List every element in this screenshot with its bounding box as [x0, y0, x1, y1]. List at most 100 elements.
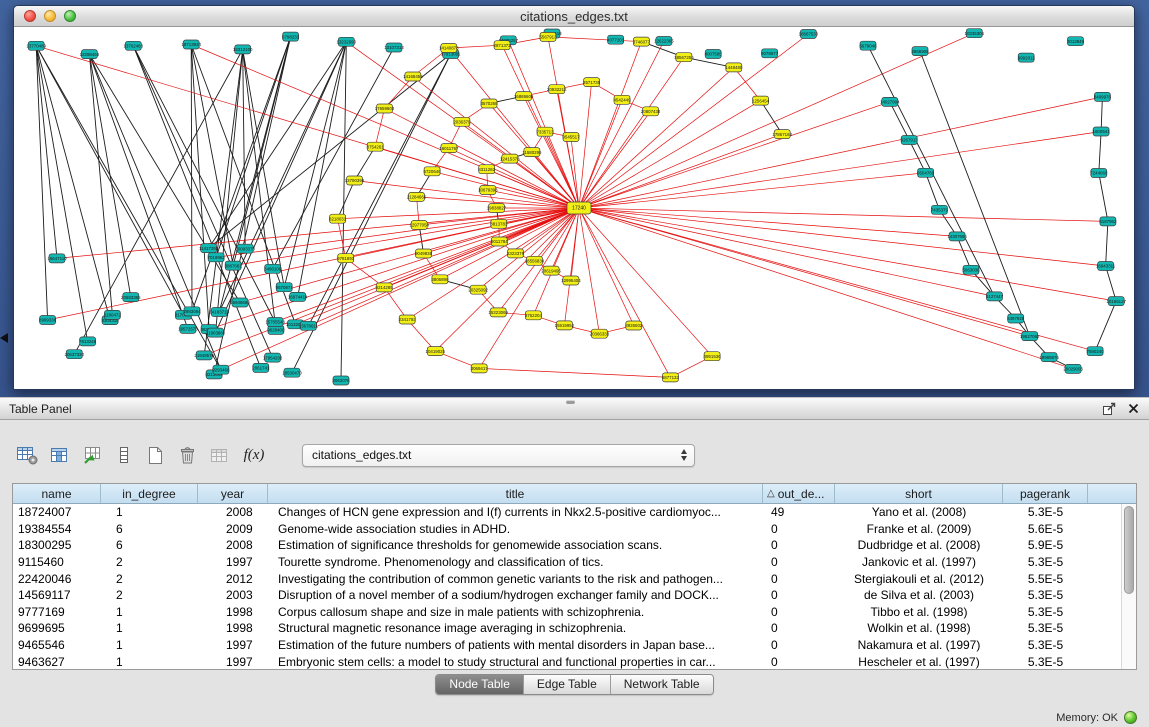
- table-cell: Nakamura et al. (1997): [835, 637, 1003, 654]
- zoom-window-button[interactable]: [64, 10, 76, 22]
- table-select-dropdown[interactable]: citations_edges.txt: [302, 444, 695, 467]
- svg-text:3069417: 3069417: [471, 366, 489, 371]
- column-header-out-degree[interactable]: △out_de...: [763, 484, 835, 503]
- table-row[interactable]: 1830029562008Estimation of significance …: [13, 537, 1121, 554]
- svg-text:16647110: 16647110: [47, 256, 67, 261]
- table-cell: 0: [763, 537, 835, 554]
- panel-resize-grip[interactable]: [566, 400, 575, 404]
- table-cell: 18300295: [13, 537, 101, 554]
- table-header-row: name in_degree year title △out_de... sho…: [13, 484, 1136, 504]
- float-panel-icon[interactable]: [1103, 402, 1116, 415]
- svg-text:16974414: 16974414: [288, 295, 308, 300]
- sort-ascending-icon: △: [767, 489, 775, 499]
- function-builder-button[interactable]: f(x): [238, 442, 270, 468]
- svg-text:7019862: 7019862: [208, 255, 226, 260]
- svg-text:9570971: 9570971: [276, 285, 294, 290]
- table-cell: 5.5E-5: [1003, 570, 1088, 587]
- column-header-pagerank[interactable]: pagerank: [1003, 484, 1088, 503]
- table-row[interactable]: 1938455462009Genome-wide association stu…: [13, 521, 1121, 538]
- tab-edge-table[interactable]: Edge Table: [523, 675, 610, 694]
- table-cell: 1: [101, 637, 198, 654]
- table-cell: Genome-wide association studies in ADHD.: [268, 521, 763, 538]
- tab-network-table[interactable]: Network Table: [610, 675, 713, 694]
- column-header-short[interactable]: short: [835, 484, 1003, 503]
- close-window-button[interactable]: [24, 10, 36, 22]
- table-cell: Dudbridge et al. (2008): [835, 537, 1003, 554]
- scrollbar-thumb[interactable]: [1124, 506, 1134, 594]
- table-cell: 9463627: [13, 653, 101, 669]
- table-row[interactable]: 2242004622012Investigating the contribut…: [13, 570, 1121, 587]
- table-settings-button[interactable]: [14, 442, 40, 468]
- window-titlebar[interactable]: citations_edges.txt: [14, 6, 1134, 27]
- table-cell: 0: [763, 587, 835, 604]
- column-header-title[interactable]: title: [268, 484, 763, 503]
- svg-text:8218031: 8218031: [329, 216, 347, 221]
- table-row[interactable]: 911546021997Tourette syndrome. Phenomeno…: [13, 554, 1121, 571]
- svg-text:2866908: 2866908: [911, 49, 929, 54]
- svg-text:5720646: 5720646: [424, 169, 442, 174]
- svg-text:1448480: 1448480: [725, 65, 743, 70]
- svg-text:10419025: 10419025: [426, 349, 446, 354]
- table-row[interactable]: 977716911998Corpus callosum shape and si…: [13, 604, 1121, 621]
- column-header-name[interactable]: name: [13, 484, 101, 503]
- svg-text:7613246: 7613246: [79, 339, 97, 344]
- svg-text:1256454: 1256454: [752, 98, 770, 103]
- column-header-year[interactable]: year: [198, 484, 268, 503]
- row-height-button[interactable]: [110, 442, 136, 468]
- network-view-window[interactable]: citations_edges.txt 13770489122984681376…: [13, 5, 1135, 390]
- delete-table-button[interactable]: [174, 442, 200, 468]
- table-cell: Disruption of a novel member of a sodium…: [268, 587, 763, 604]
- svg-text:2061741: 2061741: [252, 366, 270, 371]
- new-table-button[interactable]: [142, 442, 168, 468]
- svg-text:21284666: 21284666: [407, 195, 427, 200]
- svg-text:2013849: 2013849: [1067, 39, 1085, 44]
- svg-text:11417295: 11417295: [199, 246, 219, 251]
- table-cell: 5.6E-5: [1003, 521, 1088, 538]
- import-table-button[interactable]: [78, 442, 104, 468]
- svg-text:14140878: 14140878: [439, 46, 459, 51]
- table-row[interactable]: 969969511998Structural magnetic resonanc…: [13, 620, 1121, 637]
- table-scrollbar[interactable]: [1121, 504, 1136, 669]
- table-cell: 49: [763, 504, 835, 521]
- table-cell: 5.3E-5: [1003, 620, 1088, 637]
- table-row[interactable]: 946362711997Embryonic stem cells: a mode…: [13, 653, 1121, 669]
- svg-text:8813783: 8813783: [490, 222, 508, 227]
- traffic-lights: [24, 10, 76, 22]
- svg-text:21948579: 21948579: [194, 353, 214, 358]
- show-columns-button[interactable]: [46, 442, 72, 468]
- minimize-window-button[interactable]: [44, 10, 56, 22]
- table-cell: 5.3E-5: [1003, 504, 1088, 521]
- memory-indicator[interactable]: [1124, 711, 1137, 724]
- svg-text:10093370: 10093370: [235, 246, 255, 251]
- svg-text:18713934: 18713934: [181, 42, 201, 47]
- table-cell: 1: [101, 653, 198, 669]
- table-cell: 0: [763, 653, 835, 669]
- table-row[interactable]: 946554611997Estimation of the future num…: [13, 637, 1121, 654]
- svg-text:13790399: 13790399: [345, 178, 365, 183]
- network-graph-canvas[interactable]: 1377048912298468137624681871393415312100…: [14, 28, 1134, 390]
- tab-node-table[interactable]: Node Table: [436, 675, 523, 694]
- column-label: short: [905, 487, 932, 501]
- table-cell: 5.3E-5: [1003, 554, 1088, 571]
- svg-text:2983084: 2983084: [183, 309, 201, 314]
- table-cell: 19384554: [13, 521, 101, 538]
- table-cell: 1: [101, 604, 198, 621]
- table-cell: 0: [763, 554, 835, 571]
- svg-text:9992011: 9992011: [1018, 55, 1035, 60]
- table-panel: Table Panel: [0, 397, 1149, 727]
- table-cell: Changes of HCN gene expression and I(f) …: [268, 504, 763, 521]
- svg-text:2871372: 2871372: [494, 43, 512, 48]
- svg-text:16948689: 16948689: [230, 300, 250, 305]
- svg-text:15919952: 15919952: [555, 323, 575, 328]
- column-label: out_de...: [778, 487, 825, 501]
- table-row[interactable]: 1872400712008Changes of HCN gene express…: [13, 504, 1121, 521]
- svg-text:10679398: 10679398: [478, 188, 498, 193]
- merge-tables-button[interactable]: [206, 442, 232, 468]
- svg-text:14168455: 14168455: [403, 74, 423, 79]
- close-panel-icon[interactable]: [1128, 403, 1139, 414]
- column-header-in-degree[interactable]: in_degree: [101, 484, 198, 503]
- svg-text:9781893: 9781893: [337, 256, 355, 261]
- svg-text:9049838: 9049838: [415, 251, 433, 256]
- svg-text:4007585: 4007585: [705, 52, 723, 57]
- table-row[interactable]: 1456911722003Disruption of a novel membe…: [13, 587, 1121, 604]
